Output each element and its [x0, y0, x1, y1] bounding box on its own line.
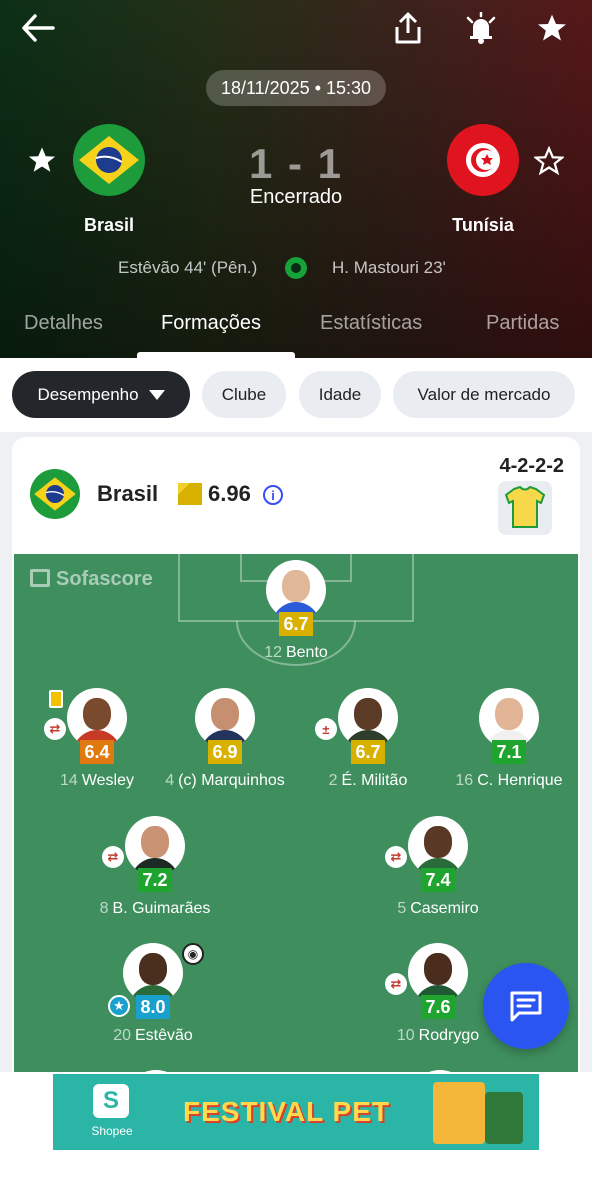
- age-filter-chip[interactable]: Idade: [299, 371, 381, 418]
- back-arrow-icon[interactable]: [18, 8, 58, 48]
- favorite-away-star-icon[interactable]: [530, 142, 568, 180]
- ad-banner[interactable]: S Shopee FESTIVAL PET: [53, 1074, 539, 1150]
- match-datetime: 18/11/2025 • 15:30: [206, 70, 386, 106]
- performance-filter-label: Desempenho: [37, 384, 139, 404]
- player-avatar: [123, 943, 183, 1003]
- market-value-filter-chip[interactable]: Valor de mercado: [393, 371, 575, 418]
- chat-button[interactable]: [483, 963, 569, 1049]
- team-rating-badge: [178, 483, 202, 505]
- chat-icon: [510, 991, 542, 1022]
- substitution-icon: ⇄: [385, 846, 407, 868]
- match-header: 18/11/2025 • 15:30 Brasil 1 - 1 Encerrad…: [0, 0, 592, 358]
- player-avatar: [195, 688, 255, 748]
- player-rating: 7.2: [138, 868, 172, 892]
- ad-product-image: [485, 1092, 523, 1144]
- player-rating: 6.4: [80, 740, 114, 764]
- tab-matches[interactable]: Partidas: [486, 312, 559, 335]
- player-rating: 6.9: [208, 740, 242, 764]
- lineup-team-flag: [30, 469, 80, 519]
- lineup-team-name: Brasil: [97, 481, 159, 506]
- player-rating: 8.0: [136, 995, 170, 1019]
- favorite-home-star-icon[interactable]: [24, 142, 60, 178]
- jersey-icon: [498, 481, 552, 535]
- player-avatar: [125, 816, 185, 876]
- match-status: Encerrado: [249, 186, 343, 208]
- soccer-ball-icon: [285, 257, 307, 279]
- sofascore-watermark: Sofascore: [30, 568, 153, 591]
- player-avatar: [266, 560, 326, 620]
- substitution-icon: ⇄: [102, 846, 124, 868]
- club-filter-chip[interactable]: Clube: [202, 371, 286, 418]
- tab-bar: Detalhes Formações Estatísticas Partidas: [0, 300, 592, 358]
- assist-icon: ◉: [182, 943, 204, 965]
- home-team-flag[interactable]: [73, 124, 145, 196]
- shopee-logo-icon: S: [93, 1084, 129, 1118]
- ad-brand: Shopee: [91, 1124, 133, 1138]
- player-of-match-icon: ★: [108, 995, 130, 1017]
- substitution-icon: ⇄: [385, 973, 407, 995]
- substitution-icon: ⇄: [44, 718, 66, 740]
- player-avatar: [408, 816, 468, 876]
- tab-statistics[interactable]: Estatísticas: [320, 312, 422, 335]
- away-team-name[interactable]: Tunísia: [413, 215, 553, 236]
- team-rating: 6.96: [208, 481, 251, 506]
- bell-icon[interactable]: [460, 8, 502, 48]
- watermark-text: Sofascore: [56, 568, 153, 590]
- home-team-name[interactable]: Brasil: [39, 215, 179, 236]
- player-rating: 7.1: [492, 740, 526, 764]
- player-rating: 6.7: [279, 612, 313, 636]
- filter-chips: Desempenho Clube Idade Valor de mercado: [0, 358, 592, 432]
- player-rating: 7.4: [421, 868, 455, 892]
- player-name: 8 B. Guimarães: [99, 900, 211, 917]
- player-avatar: [479, 688, 539, 748]
- player-name: 16 C. Henrique: [455, 772, 563, 789]
- player-rating: 7.6: [421, 995, 455, 1019]
- ad-product-image: [433, 1082, 485, 1144]
- info-icon[interactable]: i: [263, 485, 283, 505]
- player-avatar: [408, 943, 468, 1003]
- share-icon[interactable]: [388, 8, 428, 48]
- tab-lineups[interactable]: Formações: [161, 312, 261, 335]
- ad-title: FESTIVAL PET: [183, 1096, 390, 1127]
- away-team-flag[interactable]: [447, 124, 519, 196]
- away-scorer: H. Mastouri 23': [332, 258, 446, 277]
- formation-label: 4-2-2-2: [499, 455, 564, 477]
- player-rating: 6.7: [351, 740, 385, 764]
- sofascore-logo-icon: [30, 569, 50, 587]
- yellow-card-icon: [49, 690, 63, 708]
- substitution-icon: ±: [315, 718, 337, 740]
- home-scorer: Estêvão 44' (Pên.): [118, 258, 258, 277]
- performance-filter-dropdown[interactable]: Desempenho: [12, 371, 190, 418]
- caret-down-icon: [148, 389, 165, 400]
- player-name: 20 Estêvão: [113, 1027, 193, 1044]
- favorite-match-star-icon[interactable]: [532, 8, 572, 48]
- match-score: 1 - 1: [248, 140, 344, 187]
- player-avatar: [338, 688, 398, 748]
- player-name: 12 Bento: [264, 644, 328, 661]
- match-page: 18/11/2025 • 15:30 Brasil 1 - 1 Encerrad…: [0, 0, 592, 1200]
- player-avatar: [67, 688, 127, 748]
- player-name: 5 Casemiro: [397, 900, 479, 917]
- tab-details[interactable]: Detalhes: [24, 312, 103, 335]
